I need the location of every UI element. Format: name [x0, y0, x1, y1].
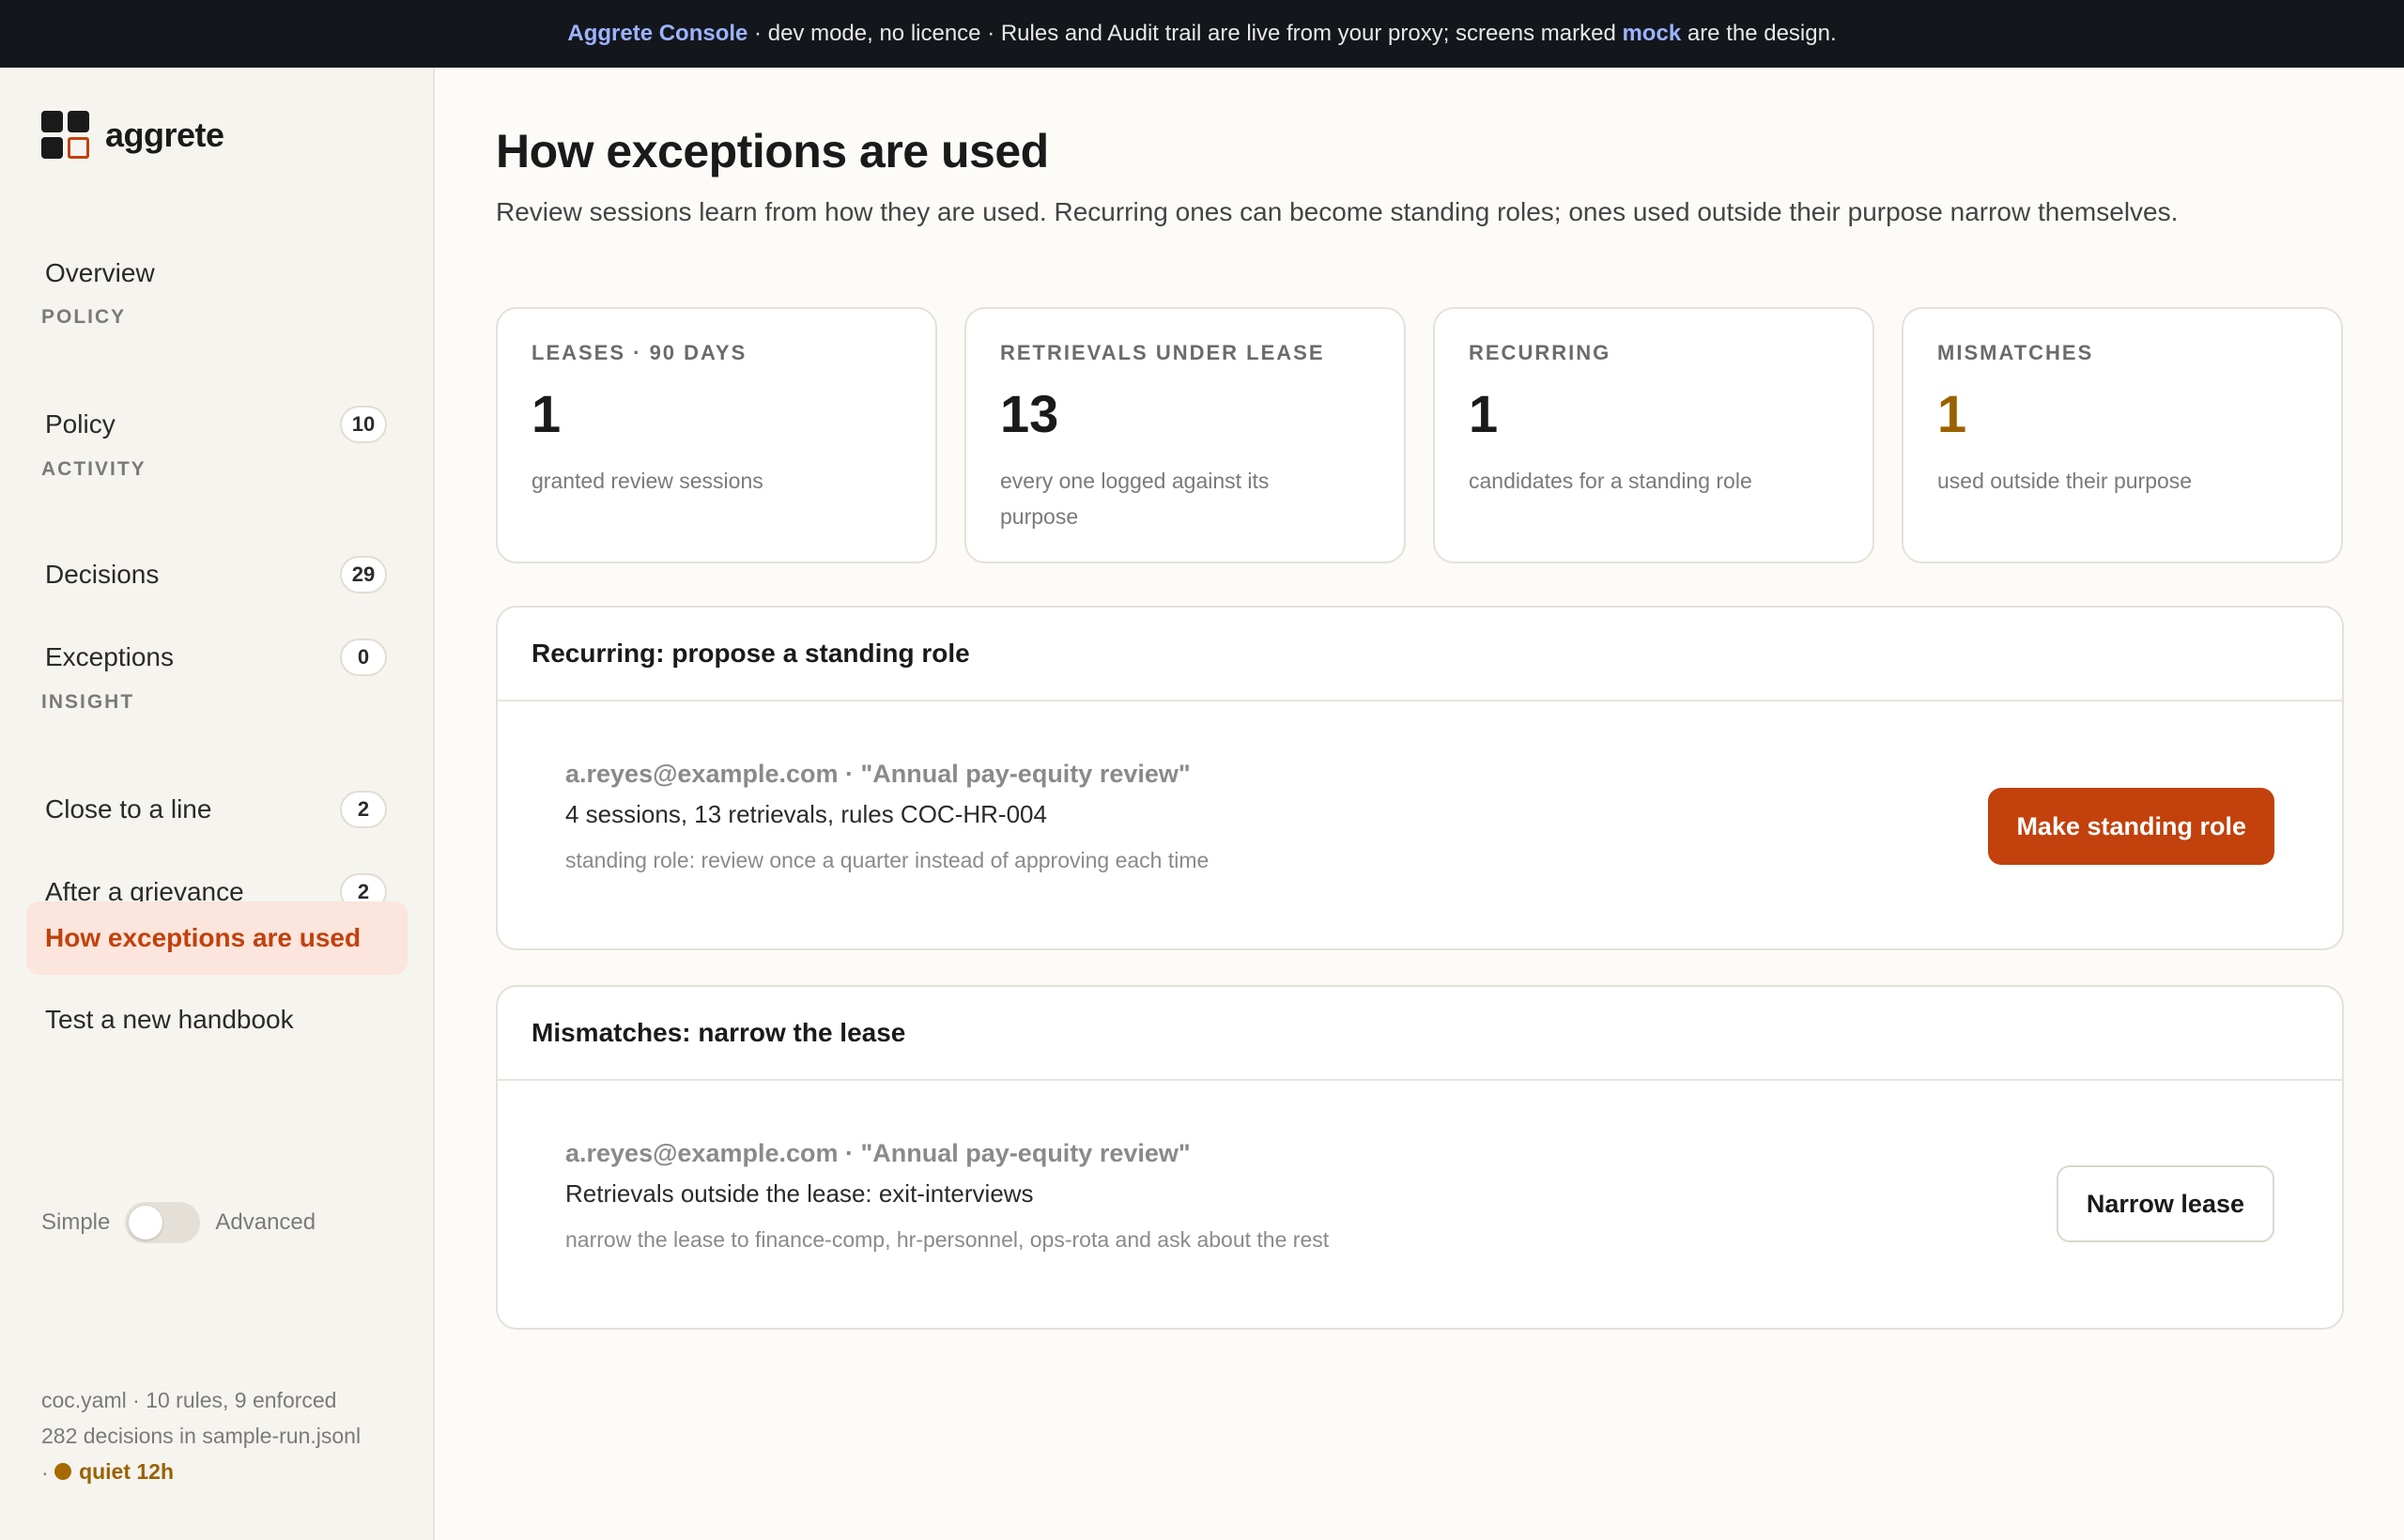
stat-value: 1: [532, 384, 562, 443]
stat-description: used outside their purpose: [1937, 469, 2193, 493]
count-badge: 29: [340, 556, 387, 593]
stat-value: 13: [1000, 384, 1059, 443]
panel-title: Recurring: propose a standing role: [498, 608, 2342, 701]
top-banner: Aggrete Console · dev mode, no licence ·…: [0, 0, 2404, 68]
toggle-label-simple: Simple: [41, 1209, 111, 1235]
banner-text: · dev mode, no licence · Rules and Audit…: [747, 21, 1623, 46]
stat-description: granted review sessions: [532, 469, 763, 493]
mismatch-summary: Retrievals outside the lease: exit-inter…: [565, 1179, 1034, 1208]
sidebar: aggrete Overview POLICY Policy 10 ACTIVI…: [0, 68, 435, 1540]
recurring-panel: Recurring: propose a standing role a.rey…: [496, 606, 2344, 950]
stat-description: candidates for a standing role: [1469, 469, 1752, 493]
sidebar-item-overview[interactable]: Overview: [26, 237, 408, 310]
mode-toggle-row: Simple Advanced: [41, 1202, 316, 1243]
sidebar-item-label: Close to a line: [45, 794, 212, 824]
narrow-lease-button[interactable]: Narrow lease: [2056, 1165, 2274, 1242]
ruleset-summary: coc.yaml · 10 rules, 9 enforced: [41, 1388, 337, 1412]
status-separator: ·: [41, 1460, 49, 1485]
sidebar-item-policy[interactable]: Policy 10: [26, 388, 408, 461]
status-dot-icon: [54, 1463, 72, 1480]
stat-card-mismatches: MISMATCHES 1 used outside their purpose: [1902, 307, 2343, 563]
quiet-status: quiet 12h: [54, 1454, 174, 1489]
sidebar-item-test-a-new-handbook[interactable]: Test a new handbook: [26, 983, 408, 1056]
page-subtitle: Review sessions learn from how they are …: [496, 197, 2179, 226]
stat-label: RETRIEVALS UNDER LEASE: [1000, 341, 1325, 364]
toggle-knob: [129, 1206, 163, 1240]
mismatch-row: a.reyes@example.com · "Annual pay-equity…: [498, 1081, 2342, 1328]
count-badge: 0: [340, 639, 387, 676]
toggle-label-advanced: Advanced: [215, 1209, 316, 1235]
sidebar-item-label: Decisions: [45, 560, 160, 589]
make-standing-role-button[interactable]: Make standing role: [1988, 788, 2274, 865]
lease-owner-purpose: a.reyes@example.com · "Annual pay-equity…: [565, 1139, 1191, 1167]
brand-name: aggrete: [105, 116, 224, 154]
banner-app-name: Aggrete Console: [567, 21, 748, 46]
mismatches-panel: Mismatches: narrow the lease a.reyes@exa…: [496, 985, 2344, 1330]
stat-card-leases: LEASES · 90 DAYS 1 granted review sessio…: [496, 307, 937, 563]
status-line: · quiet 12h: [41, 1454, 361, 1490]
lease-owner-purpose: a.reyes@example.com · "Annual pay-equity…: [565, 760, 1191, 788]
stat-label: RECURRING: [1469, 341, 1611, 364]
banner-text-end: are the design.: [1681, 21, 1837, 46]
stat-value: 1: [1469, 384, 1499, 443]
sidebar-item-label: Exceptions: [45, 642, 174, 671]
brand-logo[interactable]: aggrete: [41, 111, 224, 160]
aggrete-logo-icon: [41, 111, 90, 160]
section-heading-policy: POLICY: [41, 306, 127, 328]
sidebar-item-label: Test a new handbook: [45, 1005, 294, 1034]
banner-mock-label: mock: [1622, 21, 1682, 46]
section-heading-activity: ACTIVITY: [41, 458, 146, 480]
stat-card-recurring: RECURRING 1 candidates for a standing ro…: [1433, 307, 1874, 563]
sidebar-item-how-exceptions-are-used[interactable]: How exceptions are used: [26, 901, 408, 975]
sidebar-item-decisions[interactable]: Decisions 29: [26, 538, 408, 611]
section-heading-insight: INSIGHT: [41, 691, 135, 713]
stat-label: LEASES · 90 DAYS: [532, 341, 747, 364]
recurring-row: a.reyes@example.com · "Annual pay-equity…: [498, 701, 2342, 948]
sidebar-item-close-to-a-line[interactable]: Close to a line 2: [26, 773, 408, 846]
panel-title: Mismatches: narrow the lease: [498, 987, 2342, 1081]
count-badge: 10: [340, 406, 387, 443]
stat-label: MISMATCHES: [1937, 341, 2094, 364]
suggestion-hint: narrow the lease to finance-comp, hr-per…: [565, 1227, 1330, 1252]
count-badge: 2: [340, 791, 387, 828]
mode-toggle[interactable]: [125, 1202, 201, 1243]
sidebar-item-label: Overview: [45, 258, 155, 287]
stat-value: 1: [1937, 384, 1967, 443]
decisions-summary: 282 decisions in sample-run.jsonl: [41, 1424, 362, 1448]
sidebar-item-exceptions[interactable]: Exceptions 0: [26, 621, 408, 694]
sidebar-footer: coc.yaml · 10 rules, 9 enforced 282 deci…: [41, 1382, 361, 1490]
stat-description: every one logged against its purpose: [1000, 469, 1270, 529]
stat-card-retrievals: RETRIEVALS UNDER LEASE 13 every one logg…: [964, 307, 1406, 563]
sidebar-item-label: How exceptions are used: [45, 923, 362, 952]
page-title: How exceptions are used: [496, 125, 1049, 177]
sidebar-item-label: Policy: [45, 409, 116, 439]
quiet-label: quiet 12h: [79, 1459, 175, 1484]
